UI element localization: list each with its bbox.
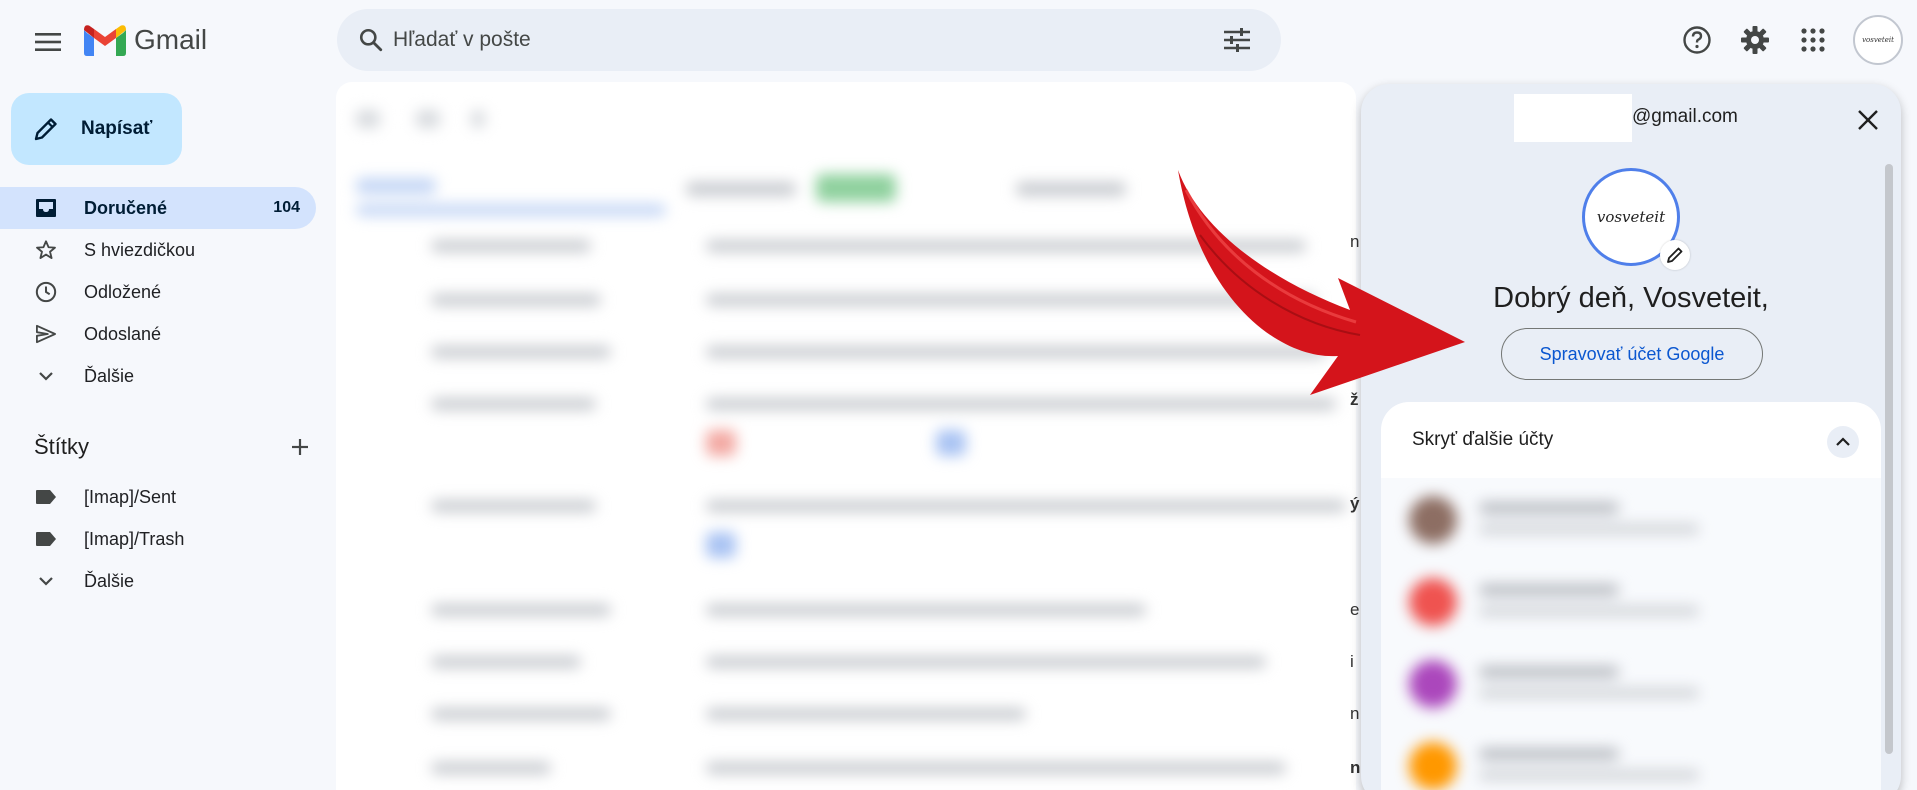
hamburger-menu-icon xyxy=(35,33,61,51)
edge-char: e xyxy=(1350,600,1360,619)
close-icon xyxy=(1858,110,1878,130)
chevron-down-icon xyxy=(34,364,58,388)
search-button[interactable] xyxy=(351,20,391,60)
account-avatar xyxy=(1409,660,1457,708)
tune-icon xyxy=(1224,28,1250,52)
clock-icon xyxy=(34,280,58,304)
inbox-icon xyxy=(34,196,58,220)
sidebar-item-snoozed[interactable]: Odložené xyxy=(0,271,316,313)
star-icon xyxy=(34,238,58,262)
chevron-down-icon xyxy=(34,569,58,593)
label-item-imap-trash[interactable]: [Imap]/Trash xyxy=(0,518,316,560)
label-icon xyxy=(34,485,58,509)
label-item-text: [Imap]/Trash xyxy=(84,528,185,549)
gear-icon xyxy=(1741,26,1769,54)
chevron-up-icon xyxy=(1836,437,1850,446)
sidebar-item-label: S hviezdičkou xyxy=(84,239,196,260)
compose-label: Napísať xyxy=(81,118,153,139)
account-email: @gmail.com xyxy=(1632,106,1738,127)
collapse-accounts-button[interactable] xyxy=(1827,426,1859,458)
edge-char: i xyxy=(1350,652,1354,671)
labels-list: [Imap]/Sent [Imap]/Trash Ďalšie xyxy=(0,476,316,602)
sidebar-item-label: Odložené xyxy=(84,281,162,302)
account-row[interactable] xyxy=(1409,488,1849,548)
plus-icon[interactable] xyxy=(290,437,310,457)
edge-char: n xyxy=(1350,704,1360,723)
account-avatar-button[interactable]: vosveteit xyxy=(1853,15,1903,65)
search-bar[interactable] xyxy=(337,9,1281,71)
google-apps-button[interactable] xyxy=(1789,16,1837,64)
account-avatar xyxy=(1409,742,1457,790)
sidebar-item-label: Odoslané xyxy=(84,323,162,344)
help-button[interactable] xyxy=(1673,16,1721,64)
main-menu-button[interactable] xyxy=(24,18,72,66)
edge-char: n xyxy=(1350,758,1361,777)
compose-button[interactable]: Napísať xyxy=(11,93,182,165)
sidebar-item-label: Ďalšie xyxy=(84,365,135,386)
search-options-button[interactable] xyxy=(1217,20,1257,60)
pencil-icon xyxy=(34,118,57,141)
mail-list-blurred xyxy=(336,82,1356,790)
account-row[interactable] xyxy=(1409,570,1849,630)
gmail-logo[interactable]: Gmail xyxy=(84,20,207,60)
edge-char: 2 xyxy=(1350,286,1360,305)
label-item-text: [Imap]/Sent xyxy=(84,486,177,507)
top-bar: Gmail Hľadať v pošte vosveteit xyxy=(0,0,1917,80)
blurred-content xyxy=(336,82,1356,790)
edge-char: n xyxy=(1350,232,1360,251)
gmail-wordmark: Gmail xyxy=(134,24,208,55)
labels-header: Štítky xyxy=(34,430,310,464)
greeting-text: Dobrý deň, Vosveteit, xyxy=(1493,282,1769,314)
close-panel-button[interactable] xyxy=(1850,102,1886,138)
account-panel: @gmail.com vosveteit Dobrý deň, Vosvetei… xyxy=(1361,84,1901,790)
avatar-logo-text: vosveteit xyxy=(1596,208,1666,226)
label-item-imap-sent[interactable]: [Imap]/Sent xyxy=(0,476,316,518)
gmail-logo-icon xyxy=(84,25,126,56)
email-redaction xyxy=(1514,94,1632,142)
label-item-text: Ďalšie xyxy=(84,570,135,591)
sidebar-nav: Doručené 104 S hviezdičkou Odložené Odos… xyxy=(0,187,316,397)
label-icon xyxy=(34,527,58,551)
settings-button[interactable] xyxy=(1731,16,1779,64)
avatar-logo-text: vosveteit xyxy=(1862,36,1894,44)
other-accounts-list-blurred xyxy=(1381,488,1881,790)
sidebar-item-inbox[interactable]: Doručené 104 xyxy=(0,187,316,229)
account-row[interactable] xyxy=(1409,652,1849,712)
search-icon xyxy=(359,28,383,52)
search-input[interactable] xyxy=(393,20,1153,60)
account-row[interactable] xyxy=(1409,734,1849,790)
edge-char: ý xyxy=(1350,494,1360,513)
panel-scrollbar[interactable] xyxy=(1885,164,1893,754)
sidebar-item-starred[interactable]: S hviezdičkou xyxy=(0,229,316,271)
sidebar-item-sent[interactable]: Odoslané xyxy=(0,313,316,355)
pencil-icon xyxy=(1667,247,1683,263)
change-photo-button[interactable] xyxy=(1660,240,1690,270)
inbox-unread-count: 104 xyxy=(273,199,300,216)
account-avatar xyxy=(1409,578,1457,626)
sidebar-item-label: Doručené xyxy=(84,197,168,218)
edge-char: ž xyxy=(1350,390,1359,409)
other-accounts-toggle[interactable]: Skryť ďalšie účty xyxy=(1381,402,1881,478)
edge-char: , xyxy=(1350,332,1355,351)
account-avatar xyxy=(1409,496,1457,544)
other-accounts-section: Skryť ďalšie účty xyxy=(1381,402,1881,790)
send-icon xyxy=(34,322,58,346)
apps-grid-icon xyxy=(1801,28,1825,52)
label-item-more[interactable]: Ďalšie xyxy=(0,560,316,602)
help-icon xyxy=(1683,26,1711,54)
labels-title: Štítky xyxy=(34,434,90,459)
manage-google-account-button[interactable]: Spravovať účet Google xyxy=(1501,328,1763,380)
other-accounts-label: Skryť ďalšie účty xyxy=(1412,429,1554,450)
sidebar-item-more[interactable]: Ďalšie xyxy=(0,355,316,397)
